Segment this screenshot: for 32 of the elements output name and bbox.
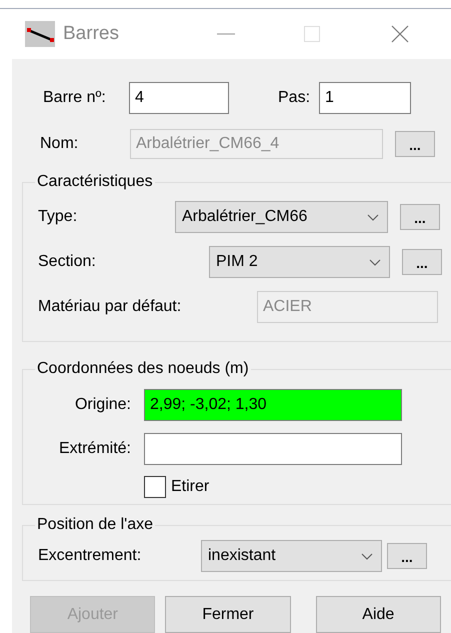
dropdown[interactable]: Arbalétrier_CM66 <box>175 201 388 233</box>
bar-icon <box>25 21 55 47</box>
window-title: Barres <box>63 23 119 45</box>
minimize-icon[interactable] <box>216 33 235 35</box>
dialog-button[interactable]: Aide <box>316 596 441 633</box>
close-icon[interactable] <box>390 25 409 43</box>
browse-button[interactable]: ... <box>387 543 427 569</box>
field-label: Excentrement: <box>38 547 142 565</box>
bar-number-field[interactable]: 4 <box>129 82 229 114</box>
coordinates-field[interactable] <box>144 433 402 465</box>
browse-button[interactable]: ... <box>400 204 440 230</box>
name-label: Nom: <box>40 135 80 153</box>
dialog-button[interactable]: Fermer <box>165 596 291 633</box>
field-label: Extrémité: <box>58 440 131 458</box>
step-field[interactable]: 1 <box>319 82 411 114</box>
field-label: Type: <box>38 208 78 226</box>
caret-icon <box>367 214 379 220</box>
dropdown[interactable]: PIM 2 <box>209 246 390 278</box>
coordinates-field[interactable]: 2,99; -3,02; 1,30 <box>144 389 402 421</box>
field-label: Origine: <box>74 396 131 414</box>
checkbox[interactable] <box>144 476 166 498</box>
dropdown[interactable]: inexistant <box>201 540 382 572</box>
group-title: Coordonnées des noeuds (m) <box>35 360 251 378</box>
checkbox-label: Etirer <box>171 478 210 496</box>
field-label: Matériau par défaut: <box>38 298 182 316</box>
bar-number-label: Barre nº: <box>43 89 107 107</box>
group-title: Caractéristiques <box>35 173 155 191</box>
step-label: Pas: <box>278 89 312 107</box>
caret-icon <box>369 258 381 266</box>
caret-icon <box>361 552 373 560</box>
field-label: Section: <box>38 253 97 271</box>
browse-button[interactable]: ... <box>402 249 442 275</box>
